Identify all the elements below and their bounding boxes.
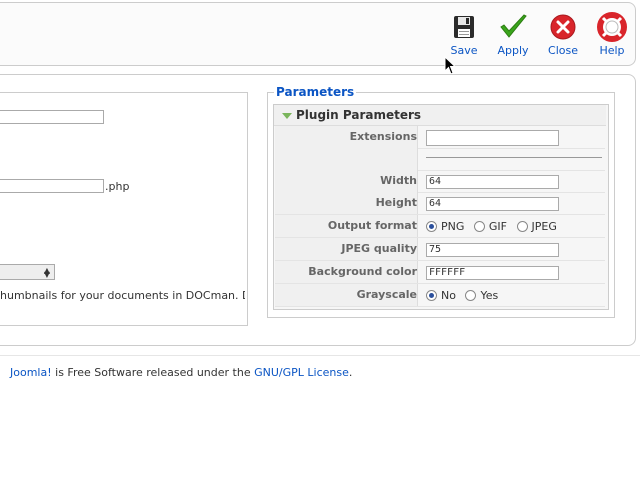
grayscale-no-option[interactable]: No bbox=[426, 289, 456, 302]
gpl-license-link[interactable]: GNU/GPL License bbox=[254, 366, 349, 379]
help-button[interactable]: Help bbox=[586, 12, 638, 57]
format-png-option[interactable]: PNG bbox=[426, 220, 464, 233]
row-background-color: Background color FFFFFF bbox=[275, 261, 605, 284]
grayscale-yes-option[interactable]: Yes bbox=[465, 289, 498, 302]
plugin-description: humbnails for your documents in DOCman. … bbox=[0, 289, 245, 302]
row-width: Width 64 bbox=[275, 170, 605, 193]
height-label: Height bbox=[275, 192, 418, 214]
row-jpeg-quality: JPEG quality 75 bbox=[275, 238, 605, 261]
jpeg-quality-label: JPEG quality bbox=[275, 238, 418, 260]
height-input[interactable]: 64 bbox=[426, 197, 559, 211]
plugin-parameters-title: Plugin Parameters bbox=[296, 108, 422, 122]
footer-end: . bbox=[348, 366, 353, 379]
row-extensions: Extensions bbox=[275, 126, 605, 149]
width-label: Width bbox=[275, 170, 418, 192]
row-grayscale: Grayscale No Yes bbox=[275, 284, 605, 307]
extensions-input[interactable] bbox=[426, 130, 559, 146]
row-output-format: Output format PNG GIF JPEG bbox=[275, 215, 605, 238]
filename-input[interactable] bbox=[0, 179, 104, 193]
output-format-label: Output format bbox=[275, 215, 418, 237]
format-jpeg-option[interactable]: JPEG bbox=[516, 220, 557, 233]
apply-button[interactable]: Apply bbox=[487, 12, 539, 57]
floppy-disk-icon bbox=[454, 16, 474, 38]
close-icon bbox=[550, 14, 576, 40]
separator-line bbox=[426, 157, 602, 158]
format-gif-option[interactable]: GIF bbox=[473, 220, 507, 233]
footer-text: is Free Software released under the bbox=[51, 366, 255, 379]
radio-jpeg[interactable] bbox=[516, 220, 528, 232]
background-color-label: Background color bbox=[275, 261, 418, 283]
php-suffix: .php bbox=[105, 180, 130, 193]
radio-gif[interactable] bbox=[473, 220, 485, 232]
mouse-cursor-icon bbox=[444, 56, 457, 75]
lifebuoy-icon bbox=[597, 12, 627, 42]
radio-yes[interactable] bbox=[465, 289, 477, 301]
parameters-legend: Parameters bbox=[274, 85, 357, 99]
apply-label: Apply bbox=[497, 44, 529, 57]
checkmark-icon bbox=[500, 14, 527, 38]
width-input[interactable]: 64 bbox=[426, 175, 559, 189]
radio-png[interactable] bbox=[426, 220, 437, 232]
separator-label bbox=[275, 148, 418, 170]
footer: Joomla! is Free Software released under … bbox=[10, 366, 352, 379]
save-button[interactable]: Save bbox=[438, 12, 490, 57]
radio-no[interactable] bbox=[426, 289, 437, 301]
grayscale-label: Grayscale bbox=[275, 284, 418, 306]
extensions-label: Extensions bbox=[275, 126, 418, 148]
expand-arrow-icon bbox=[282, 113, 292, 119]
background-color-input[interactable]: FFFFFF bbox=[426, 266, 559, 280]
select-arrow-down-icon: ▼ bbox=[43, 270, 50, 279]
footer-divider bbox=[0, 355, 640, 356]
ordering-select[interactable]: ▲ ▼ bbox=[0, 264, 55, 280]
jpeg-quality-input[interactable]: 75 bbox=[426, 243, 559, 257]
row-separator bbox=[275, 148, 605, 171]
name-input[interactable] bbox=[0, 110, 104, 124]
help-label: Help bbox=[599, 44, 625, 57]
close-button[interactable]: Close bbox=[537, 12, 589, 57]
joomla-link[interactable]: Joomla! bbox=[10, 366, 52, 379]
close-label: Close bbox=[548, 44, 578, 57]
row-height: Height 64 bbox=[275, 192, 605, 215]
